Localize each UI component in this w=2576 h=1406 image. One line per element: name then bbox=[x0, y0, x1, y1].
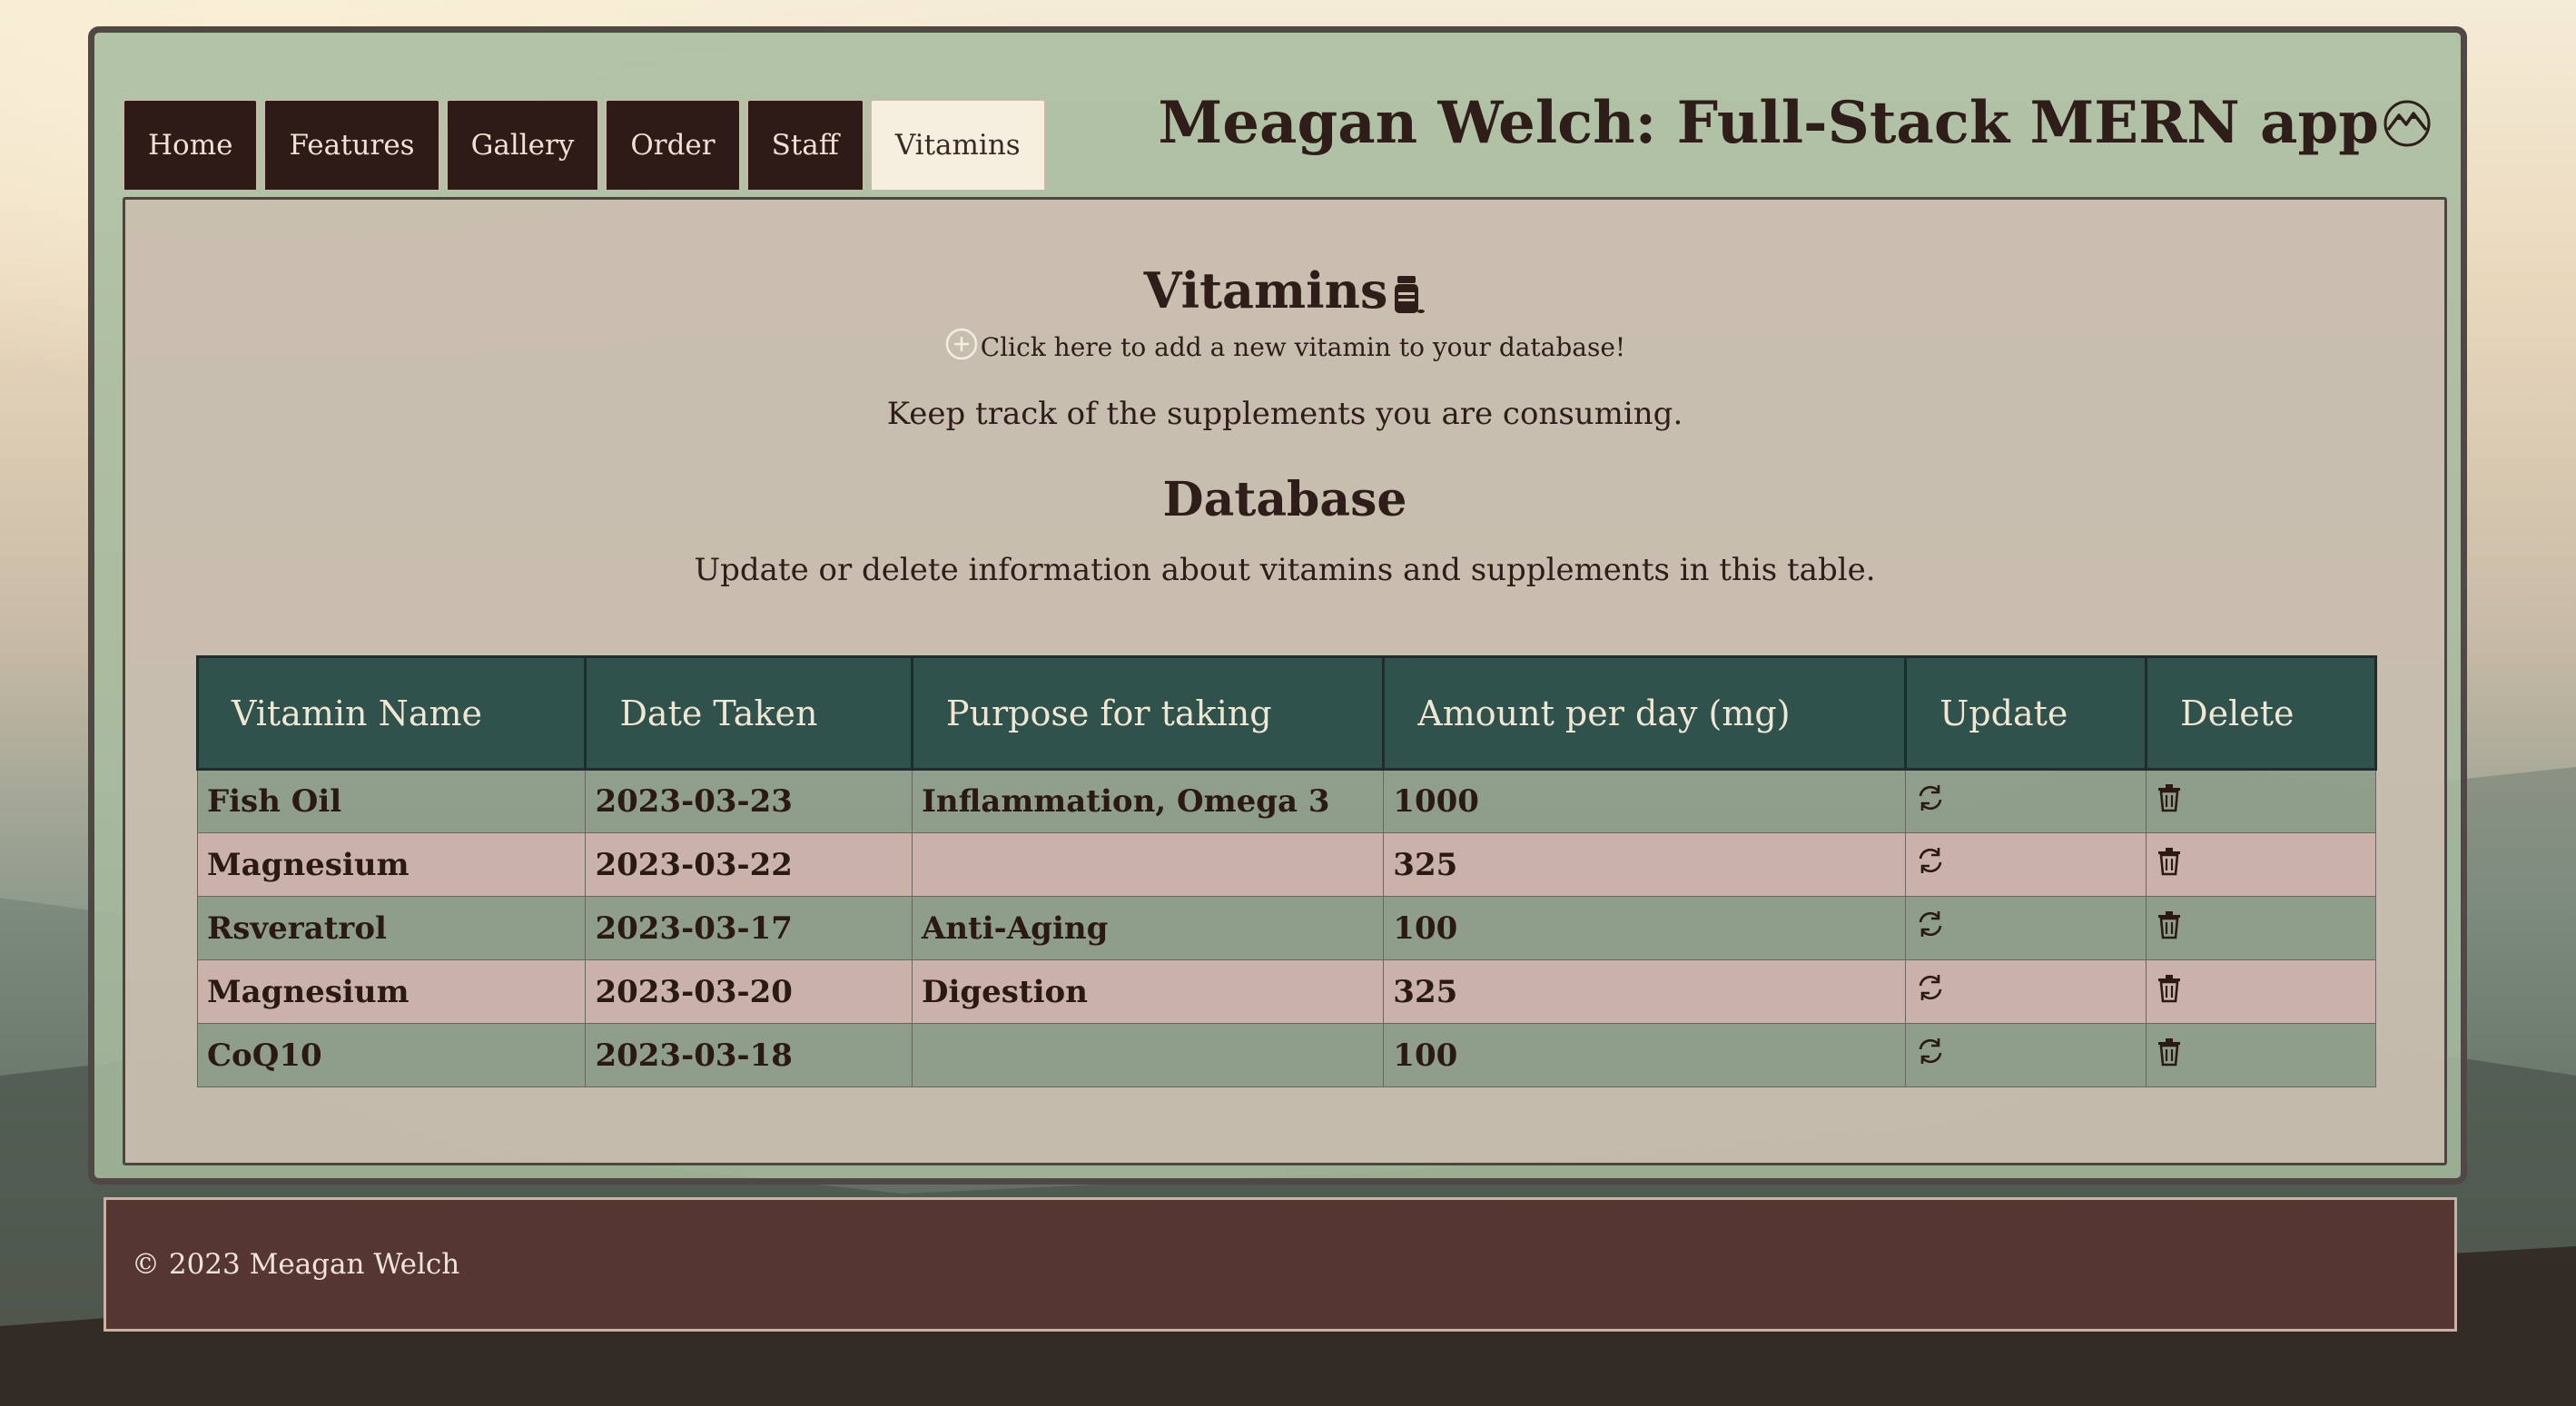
col-update: Update bbox=[1904, 655, 2148, 771]
vitamins-heading-text: Vitamins bbox=[1143, 261, 1388, 320]
trash-icon[interactable] bbox=[2156, 847, 2183, 884]
col-date-taken: Date Taken bbox=[584, 655, 913, 771]
table-row: CoQ10 2023-03-18 100 bbox=[196, 1023, 2376, 1087]
cell-amount: 325 bbox=[1383, 959, 1907, 1024]
plus-circle-icon bbox=[945, 328, 978, 360]
refresh-icon[interactable] bbox=[1915, 782, 1946, 821]
footer: © 2023 Meagan Welch bbox=[104, 1197, 2457, 1332]
trash-icon[interactable] bbox=[2156, 910, 2183, 948]
cell-date-taken: 2023-03-23 bbox=[585, 769, 913, 833]
cell-delete bbox=[2146, 832, 2376, 897]
cell-update bbox=[1905, 959, 2147, 1024]
table-row: Rsveratrol 2023-03-17 Anti-Aging 100 bbox=[196, 896, 2376, 960]
cell-update bbox=[1905, 769, 2147, 833]
trash-icon[interactable] bbox=[2156, 1037, 2183, 1075]
refresh-icon[interactable] bbox=[1915, 972, 1946, 1011]
cell-amount: 100 bbox=[1383, 896, 1907, 960]
cell-date-taken: 2023-03-22 bbox=[585, 832, 913, 897]
cell-purpose: Anti-Aging bbox=[911, 896, 1385, 960]
cell-vitamin-name: Magnesium bbox=[196, 832, 587, 897]
trash-icon[interactable] bbox=[2156, 783, 2183, 821]
vitamins-subtitle: Keep track of the supplements you are co… bbox=[886, 396, 1683, 432]
refresh-icon[interactable] bbox=[1915, 909, 1946, 948]
cell-vitamin-name: Fish Oil bbox=[196, 769, 587, 833]
cell-amount: 100 bbox=[1383, 1023, 1907, 1087]
mountain-logo-icon bbox=[2384, 100, 2431, 146]
cell-vitamin-name: CoQ10 bbox=[196, 1023, 587, 1087]
cell-vitamin-name: Magnesium bbox=[196, 959, 587, 1024]
table-header-row: Vitamin Name Date Taken Purpose for taki… bbox=[195, 655, 2377, 771]
vitamins-table: Vitamin Name Date Taken Purpose for taki… bbox=[195, 655, 2377, 1087]
cell-update bbox=[1905, 896, 2147, 960]
col-delete: Delete bbox=[2145, 655, 2377, 771]
vitamins-heading: Vitamins bbox=[125, 261, 2444, 320]
cell-purpose: Digestion bbox=[911, 959, 1385, 1024]
cell-purpose bbox=[911, 832, 1385, 897]
tab-order[interactable]: Order bbox=[605, 99, 741, 190]
cell-date-taken: 2023-03-20 bbox=[585, 959, 913, 1024]
tab-home[interactable]: Home bbox=[123, 99, 259, 190]
table-row: Magnesium 2023-03-20 Digestion 325 bbox=[196, 959, 2376, 1024]
cell-delete bbox=[2146, 1023, 2376, 1087]
footer-copyright: © 2023 Meagan Welch bbox=[132, 1248, 460, 1281]
site-title: Meagan Welch: Full-Stack MERN app bbox=[1158, 89, 2432, 157]
col-vitamin-name: Vitamin Name bbox=[195, 655, 587, 771]
cell-amount: 325 bbox=[1383, 832, 1907, 897]
cell-purpose bbox=[911, 1023, 1385, 1087]
cell-delete bbox=[2146, 896, 2376, 960]
database-subtitle: Update or delete information about vitam… bbox=[694, 552, 1876, 588]
tab-gallery[interactable]: Gallery bbox=[445, 99, 600, 190]
database-heading: Database bbox=[1162, 472, 1407, 527]
refresh-icon[interactable] bbox=[1915, 1036, 1946, 1075]
refresh-icon[interactable] bbox=[1915, 845, 1946, 884]
cell-delete bbox=[2146, 769, 2376, 833]
pill-bottle-icon bbox=[1395, 275, 1426, 313]
cell-purpose: Inflammation, Omega 3 bbox=[911, 769, 1385, 833]
tab-vitamins[interactable]: Vitamins bbox=[869, 99, 1046, 190]
trash-icon[interactable] bbox=[2156, 974, 2183, 1011]
cell-date-taken: 2023-03-17 bbox=[585, 896, 913, 960]
cell-update bbox=[1905, 832, 2147, 897]
tab-features[interactable]: Features bbox=[263, 99, 440, 190]
add-vitamin-text: Click here to add a new vitamin to your … bbox=[980, 332, 1626, 362]
tab-staff[interactable]: Staff bbox=[745, 99, 864, 190]
table-row: Fish Oil 2023-03-23 Inflammation, Omega 31… bbox=[196, 769, 2376, 833]
cell-update bbox=[1905, 1023, 2147, 1087]
cell-vitamin-name: Rsveratrol bbox=[196, 896, 587, 960]
nav-tabs: Home Features Gallery Order Staff Vitami… bbox=[123, 99, 1046, 190]
cell-amount: 1000 bbox=[1383, 769, 1907, 833]
site-title-text: Meagan Welch: Full-Stack MERN app bbox=[1158, 89, 2379, 157]
add-vitamin-link[interactable]: Click here to add a new vitamin to your … bbox=[125, 327, 2444, 362]
cell-date-taken: 2023-03-18 bbox=[585, 1023, 913, 1087]
cell-delete bbox=[2146, 959, 2376, 1024]
app-frame: Home Features Gallery Order Staff Vitami… bbox=[88, 26, 2467, 1185]
col-amount: Amount per day (mg) bbox=[1382, 655, 1908, 771]
vitamins-panel: Vitamins Click here to add a new vitamin… bbox=[123, 197, 2447, 1165]
col-purpose: Purpose for taking bbox=[910, 655, 1386, 771]
table-row: Magnesium 2023-03-22 325 bbox=[196, 832, 2376, 897]
